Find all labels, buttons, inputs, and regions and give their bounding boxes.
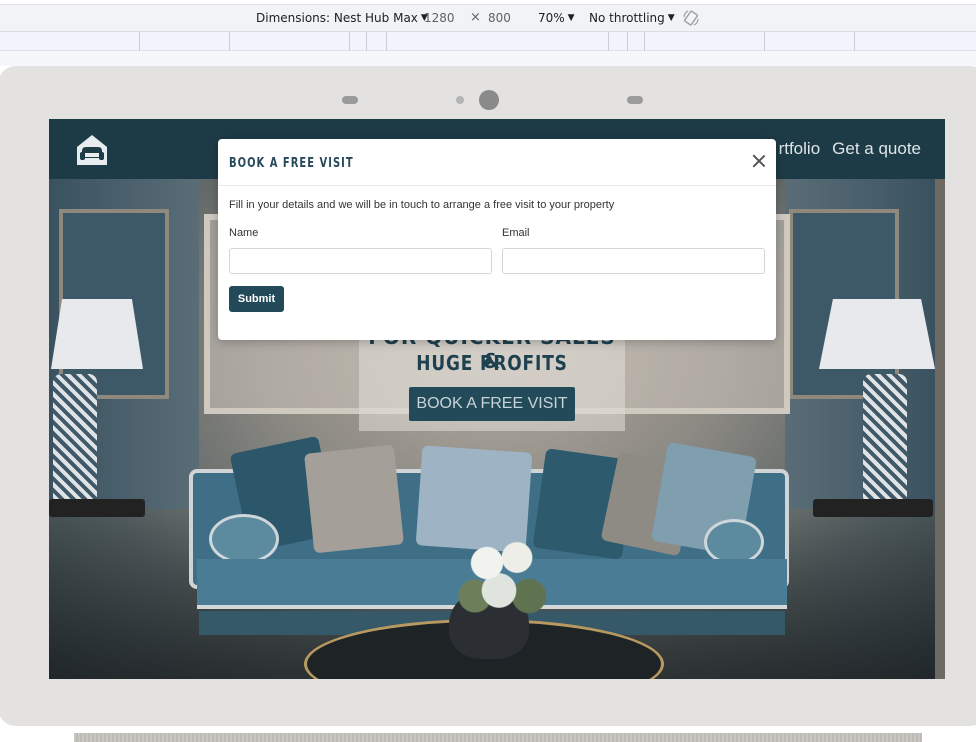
modal-description: Fill in your details and we will be in t… (229, 199, 615, 211)
width-field[interactable]: 1280 (424, 11, 455, 25)
zoom-dropdown[interactable]: 70% ▼ (538, 11, 575, 25)
ruler-tick (854, 32, 855, 51)
modal-header: BOOK A FREE VISIT (218, 139, 776, 186)
nav-links: rtfolio Get a quote (779, 139, 921, 159)
zoom-label: 70% (538, 11, 565, 25)
chevron-down-icon: ▼ (667, 13, 675, 23)
side-table-left (49, 499, 145, 517)
ruler-tick (644, 32, 645, 51)
cushion (304, 444, 404, 554)
ruler-background (0, 51, 976, 66)
side-table-right (813, 499, 933, 517)
ruler-tick (349, 32, 350, 51)
camera-icon (479, 90, 499, 110)
throttling-dropdown[interactable]: No throttling ▼ (589, 11, 675, 25)
hero-book-visit-button[interactable]: BOOK A FREE VISIT (409, 387, 575, 421)
book-visit-modal: BOOK A FREE VISIT Fill in your details a… (218, 139, 776, 340)
rotate-icon[interactable] (682, 9, 700, 27)
ruler-tick (608, 32, 609, 51)
times-icon: × (470, 10, 481, 25)
submit-button[interactable]: Submit (229, 286, 284, 312)
dimensions-label: Dimensions: Nest Hub Max (256, 11, 418, 25)
email-label: Email (502, 227, 530, 239)
media-query-ruler[interactable] (0, 32, 976, 51)
ruler-tick (627, 32, 628, 51)
email-field[interactable] (502, 248, 765, 274)
device-screen: FOR QUICKER SALES & HUGE PROFITS BOOK A … (49, 119, 945, 679)
devtools-device-toolbar: Dimensions: Nest Hub Max ▼ 1280 × 800 70… (0, 4, 976, 32)
ruler-tick (229, 32, 230, 51)
ruler-tick (386, 32, 387, 51)
dimensions-dropdown[interactable]: Dimensions: Nest Hub Max ▼ (256, 11, 428, 25)
close-icon[interactable] (750, 152, 768, 170)
sensor-right (627, 96, 643, 104)
lamp-shade-left (51, 299, 143, 369)
height-field[interactable]: 800 (488, 11, 511, 25)
name-label: Name (229, 227, 259, 239)
logo-svg (77, 135, 107, 165)
flowers (439, 519, 559, 629)
sensor-left (342, 96, 358, 104)
nav-link-portfolio[interactable]: rtfolio (779, 139, 821, 159)
house-sofa-logo-icon[interactable] (73, 131, 111, 169)
device-stand (74, 733, 922, 742)
lamp-base-left (53, 374, 97, 504)
lamp-base-right (863, 374, 907, 504)
modal-title: BOOK A FREE VISIT (229, 156, 354, 171)
lamp-shade-right (819, 299, 935, 369)
rotate-icon-svg (683, 10, 699, 26)
bolster-left (209, 514, 279, 564)
ruler-tick (764, 32, 765, 51)
ruler-tick (139, 32, 140, 51)
page-scrollbar[interactable] (935, 179, 945, 679)
ruler-tick (366, 32, 367, 51)
hero-title-line2: HUGE PROFITS (416, 351, 568, 375)
sensor-dot (456, 96, 464, 104)
chevron-down-icon: ▼ (567, 13, 575, 23)
name-field[interactable] (229, 248, 492, 274)
nav-link-get-a-quote[interactable]: Get a quote (832, 139, 921, 159)
throttling-label: No throttling (589, 11, 665, 25)
